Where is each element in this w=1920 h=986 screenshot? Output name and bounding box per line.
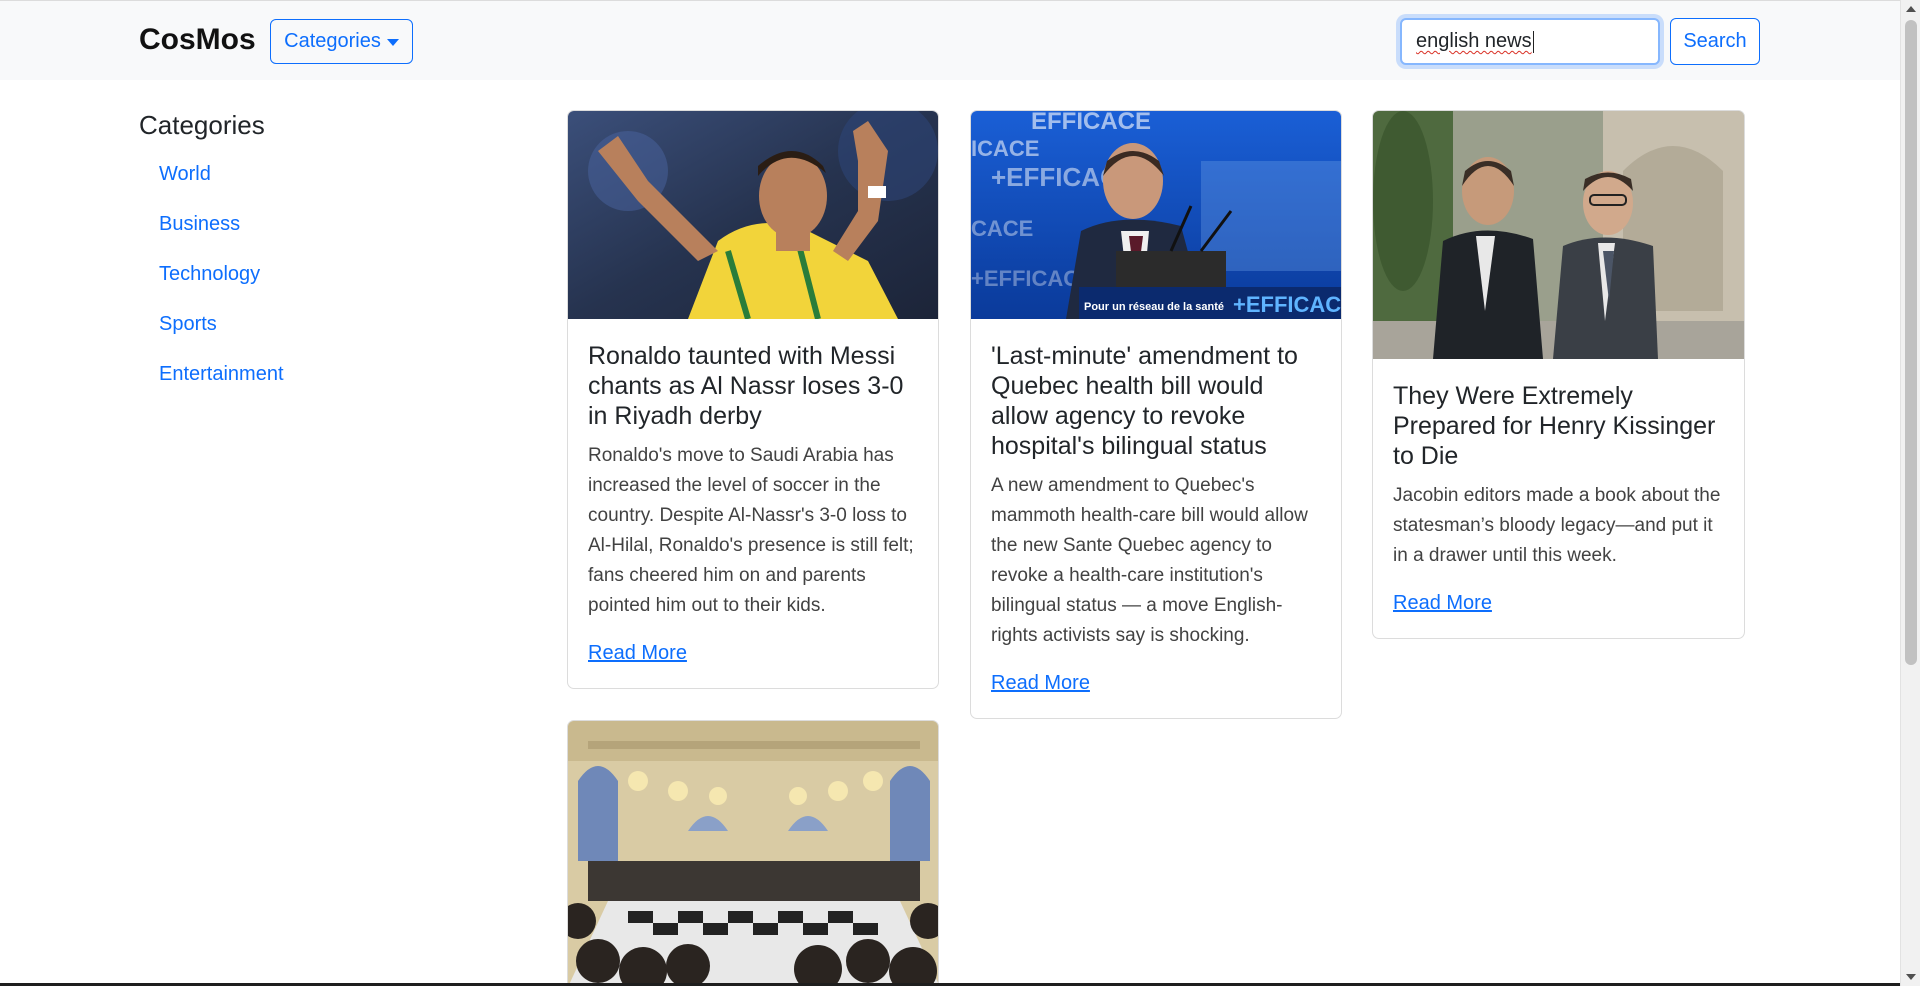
banner-word: CACE xyxy=(971,216,1033,241)
search-input-value: english news xyxy=(1416,30,1532,52)
sidebar-item-technology[interactable]: Technology xyxy=(159,263,260,286)
read-more-link[interactable]: Read More xyxy=(588,642,687,665)
categories-dropdown-button[interactable]: Categories xyxy=(270,19,413,64)
article-description: A new amendment to Quebec's mammoth heal… xyxy=(991,475,1308,646)
article-description: Jacobin editors made a book about the st… xyxy=(1393,485,1721,566)
sidebar-item-sports[interactable]: Sports xyxy=(159,313,217,336)
article-card: Ronaldo taunted with Messi chants as Al … xyxy=(567,110,939,689)
image-caption: Pour un réseau de la santé xyxy=(1084,301,1224,313)
search-input[interactable]: english news xyxy=(1400,18,1660,65)
text-cursor xyxy=(1532,30,1534,53)
brand-logo[interactable]: CosMos xyxy=(139,23,256,57)
article-image[interactable] xyxy=(568,721,938,986)
article-card: EFFICACE ICACE +EFFICACE CACE +EFFICACE … xyxy=(970,110,1342,719)
article-card xyxy=(567,720,939,986)
categories-dropdown-label: Categories xyxy=(284,30,381,52)
image-caption-brand: +EFFICACE xyxy=(1233,292,1341,317)
article-description: Ronaldo's move to Saudi Arabia has incre… xyxy=(588,445,914,616)
sidebar-title: Categories xyxy=(139,110,265,140)
scroll-up-arrow-icon[interactable] xyxy=(1906,6,1916,12)
article-image[interactable]: EFFICACE ICACE +EFFICACE CACE +EFFICACE … xyxy=(971,111,1341,319)
article-title: 'Last-minute' amendment to Quebec health… xyxy=(991,342,1298,460)
search-button[interactable]: Search xyxy=(1670,18,1760,65)
navbar: CosMos Categories english news Search xyxy=(0,0,1900,80)
article-image[interactable] xyxy=(568,111,938,319)
article-title: Ronaldo taunted with Messi chants as Al … xyxy=(588,342,904,430)
read-more-link[interactable]: Read More xyxy=(991,672,1090,695)
page-scrollbar[interactable] xyxy=(1900,0,1920,986)
read-more-link[interactable]: Read More xyxy=(1393,592,1492,615)
article-title: They Were Extremely Prepared for Henry K… xyxy=(1393,382,1716,470)
sidebar-item-world[interactable]: World xyxy=(159,163,211,186)
sidebar-item-entertainment[interactable]: Entertainment xyxy=(159,363,284,386)
scrollbar-thumb[interactable] xyxy=(1905,20,1917,665)
article-card: They Were Extremely Prepared for Henry K… xyxy=(1372,110,1745,639)
caret-down-icon xyxy=(386,39,399,46)
scroll-down-arrow-icon[interactable] xyxy=(1906,974,1916,980)
sidebar-item-business[interactable]: Business xyxy=(159,213,240,236)
banner-word: EFFICACE xyxy=(1031,111,1151,135)
banner-word: ICACE xyxy=(971,136,1039,161)
article-image[interactable] xyxy=(1373,111,1744,359)
